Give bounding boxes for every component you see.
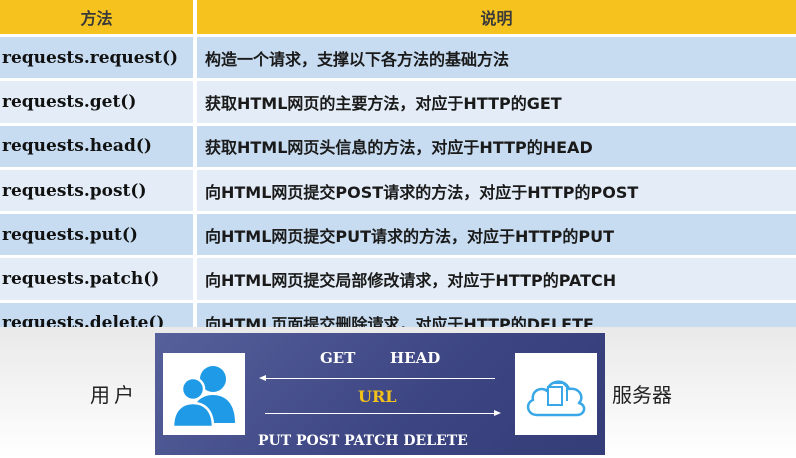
method-head: HEAD	[390, 349, 441, 367]
url-label: URL	[358, 387, 397, 406]
arrow-to-server	[265, 410, 501, 416]
method-description: 向HTML网页提交局部修改请求，对应于HTTP的PATCH	[205, 271, 617, 291]
table-row: requests.get() 获取HTML网页的主要方法，对应于HTTP的GET	[0, 78, 796, 123]
method-name: requests.request()	[2, 47, 179, 68]
table-row: requests.request() 构造一个请求，支撑以下各方法的基础方法	[0, 34, 796, 79]
cloud-document-icon	[515, 353, 597, 435]
method-name: requests.head()	[2, 136, 152, 157]
table-row: requests.put() 向HTML网页提交PUT请求的方法，对应于HTTP…	[0, 211, 796, 256]
request-panel: GET HEAD URL PUT POST PATCH DELETE	[155, 333, 605, 455]
method-description: 向HTML网页提交PUT请求的方法，对应于HTTP的PUT	[205, 226, 615, 246]
method-description: 获取HTML网页头信息的方法，对应于HTTP的HEAD	[205, 138, 593, 158]
header-description: 说明	[197, 0, 796, 34]
table-header-row: 方法 说明	[0, 0, 796, 34]
http-diagram: 用户 GET HEAD URL PUT POST PATCH DELETE 服务…	[0, 327, 796, 458]
table-row: requests.post() 向HTML网页提交POST请求的方法，对应于HT…	[0, 166, 796, 212]
method-name: requests.patch()	[2, 269, 160, 290]
method-name: requests.get()	[2, 91, 137, 112]
bottom-methods: PUT POST PATCH DELETE	[258, 433, 468, 449]
method-description: 向HTML网页提交POST请求的方法，对应于HTTP的POST	[205, 182, 639, 202]
user-label: 用户	[90, 383, 138, 407]
method-description: 获取HTML网页的主要方法，对应于HTTP的GET	[205, 93, 562, 113]
arrow-to-user	[259, 375, 495, 381]
users-icon	[163, 353, 245, 435]
methods-table: 方法 说明 requests.request() 构造一个请求，支撑以下各方法的…	[0, 0, 796, 345]
method-name: requests.post()	[2, 180, 147, 201]
method-get: GET	[320, 349, 356, 367]
header-method: 方法	[0, 0, 193, 34]
server-label: 服务器	[612, 383, 672, 407]
method-name: requests.put()	[2, 224, 138, 245]
table-row: requests.patch() 向HTML网页提交局部修改请求，对应于HTTP…	[0, 255, 796, 300]
table-row: requests.head() 获取HTML网页头信息的方法，对应于HTTP的H…	[0, 122, 796, 167]
method-description: 构造一个请求，支撑以下各方法的基础方法	[205, 49, 510, 69]
